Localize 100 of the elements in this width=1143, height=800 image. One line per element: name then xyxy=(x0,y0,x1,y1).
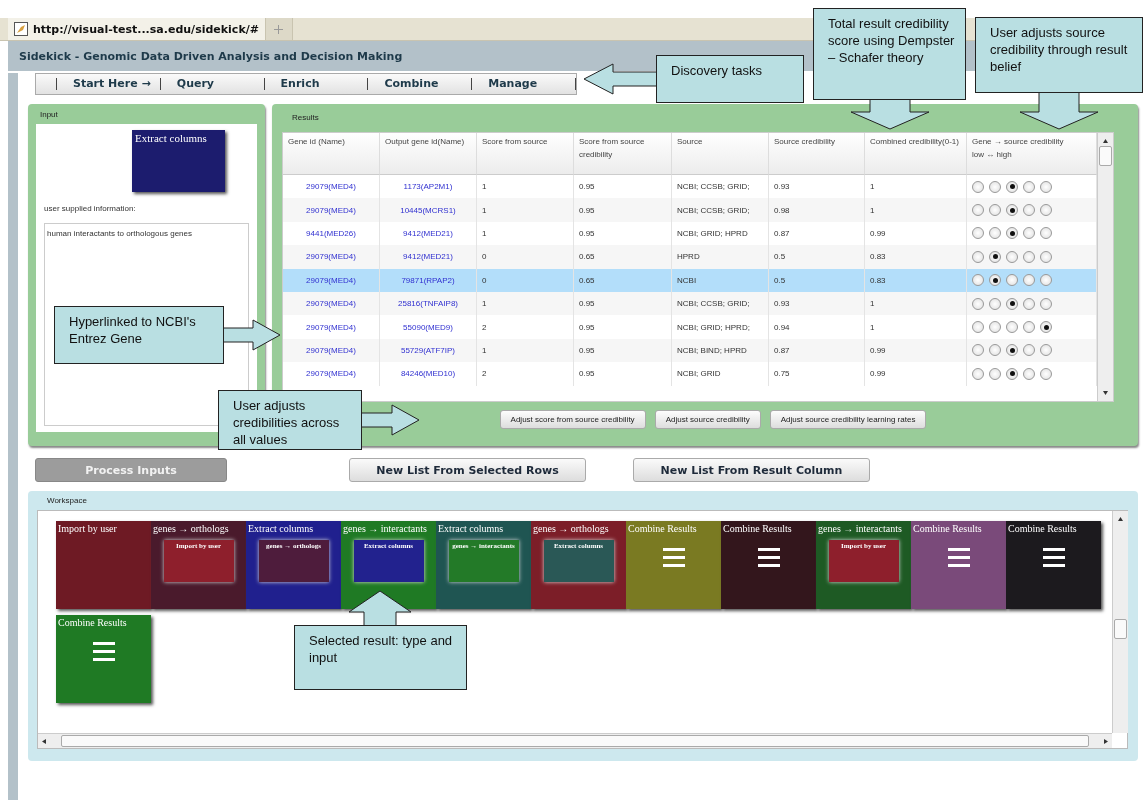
radio-button[interactable] xyxy=(1006,180,1018,193)
radio-button[interactable] xyxy=(1006,321,1018,334)
radio-button[interactable] xyxy=(989,180,1001,193)
radio-button[interactable] xyxy=(1006,344,1018,357)
menu-item[interactable]: Manage xyxy=(471,78,576,90)
radio-button[interactable] xyxy=(972,367,984,380)
callout-box: Total result credibility score using Dempster – Schafer theory xyxy=(813,8,966,100)
radio-button[interactable] xyxy=(1040,227,1052,240)
browser-tab[interactable]: http://visual-test...sa.edu/sidekick/# xyxy=(8,18,266,40)
radio-button[interactable] xyxy=(1023,227,1035,240)
radio-button[interactable] xyxy=(989,204,1001,217)
gene-link[interactable]: 29079(MED4) xyxy=(283,291,380,316)
radio-button[interactable] xyxy=(989,344,1001,357)
radio-button[interactable] xyxy=(972,344,984,357)
vertical-scrollbar[interactable] xyxy=(1097,133,1113,401)
column-header[interactable]: Score from source xyxy=(477,133,574,175)
menu-item[interactable]: Start Here → xyxy=(56,78,160,90)
radio-button[interactable] xyxy=(1023,297,1035,310)
radio-button[interactable] xyxy=(1006,250,1018,263)
radio-button[interactable] xyxy=(1040,367,1052,380)
menu-item[interactable]: Combine xyxy=(367,78,472,90)
radio-button[interactable] xyxy=(989,227,1001,240)
gene-link[interactable]: 29079(MED4) xyxy=(283,338,380,363)
gene-link[interactable]: 79871(RPAP2) xyxy=(380,268,477,292)
column-header[interactable]: Source xyxy=(672,133,769,175)
radio-button[interactable] xyxy=(1040,204,1052,217)
gene-link[interactable]: 29079(MED4) xyxy=(283,245,380,269)
scroll-up-icon[interactable] xyxy=(1102,138,1109,144)
workflow-node[interactable]: Combine Results xyxy=(721,521,816,609)
scrollbar-thumb[interactable] xyxy=(61,735,1089,747)
workflow-node[interactable]: Combine Results xyxy=(626,521,721,609)
gene-link[interactable]: 10445(MCRS1) xyxy=(380,198,477,222)
radio-button[interactable] xyxy=(1023,204,1035,217)
radio-button[interactable] xyxy=(1023,274,1035,287)
adjust-button[interactable]: Adjust source credibility learning rates xyxy=(769,410,927,429)
scrollbar-thumb[interactable] xyxy=(1099,146,1112,166)
radio-button[interactable] xyxy=(1040,180,1052,193)
radio-button[interactable] xyxy=(972,250,984,263)
radio-button[interactable] xyxy=(1006,367,1018,380)
adjust-button[interactable]: Adjust score from source credibility xyxy=(499,410,646,429)
scrollbar-thumb[interactable] xyxy=(1114,618,1127,639)
scroll-left-icon[interactable] xyxy=(41,737,47,745)
workflow-node[interactable]: Extract columns xyxy=(132,130,225,192)
menu-item[interactable]: Query xyxy=(159,78,264,90)
radio-button[interactable] xyxy=(1006,274,1018,287)
workflow-node[interactable]: Import by user xyxy=(56,521,151,609)
gene-link[interactable]: 29079(MED4) xyxy=(283,315,380,339)
gene-link[interactable]: 9412(MED21) xyxy=(380,245,477,269)
column-header[interactable]: Output gene id(Name) xyxy=(380,133,477,175)
radio-button[interactable] xyxy=(1006,204,1018,217)
radio-button[interactable] xyxy=(1023,367,1035,380)
table-cell: 0.94 xyxy=(769,315,865,339)
radio-button[interactable] xyxy=(989,321,1001,334)
column-header[interactable]: Gene → source credibility low ↔ high xyxy=(967,133,1097,175)
column-header[interactable]: Combined credibility(0-1) xyxy=(865,133,967,175)
radio-button[interactable] xyxy=(1006,297,1018,310)
node-title: genes → interactants xyxy=(817,522,903,536)
gene-link[interactable]: 29079(MED4) xyxy=(283,362,380,386)
radio-button[interactable] xyxy=(972,274,984,287)
workflow-node[interactable]: Combine Results xyxy=(1006,521,1101,609)
gene-link[interactable]: 25816(TNFAIP8) xyxy=(380,291,477,316)
scroll-down-icon[interactable] xyxy=(1102,390,1109,396)
radio-button[interactable] xyxy=(1040,297,1052,310)
new-tab-icon[interactable] xyxy=(274,24,284,34)
radio-button[interactable] xyxy=(1023,321,1035,334)
radio-button[interactable] xyxy=(989,367,1001,380)
workflow-node[interactable]: Combine Results xyxy=(56,615,151,703)
column-header[interactable]: Source credibility xyxy=(769,133,865,175)
gene-link[interactable]: 84246(MED10) xyxy=(380,362,477,386)
vertical-scrollbar[interactable] xyxy=(1112,511,1128,733)
radio-button[interactable] xyxy=(1023,250,1035,263)
gene-link[interactable]: 29079(MED4) xyxy=(283,198,380,222)
radio-button[interactable] xyxy=(972,204,984,217)
radio-button[interactable] xyxy=(972,297,984,310)
radio-button[interactable] xyxy=(1040,321,1052,334)
gene-link[interactable]: 55729(ATF7IP) xyxy=(380,338,477,363)
action-button[interactable]: New List From Result Column xyxy=(633,458,870,482)
radio-button[interactable] xyxy=(1040,250,1052,263)
radio-button[interactable] xyxy=(1040,274,1052,287)
radio-button[interactable] xyxy=(989,274,1001,287)
radio-button[interactable] xyxy=(1006,227,1018,240)
scroll-right-icon[interactable] xyxy=(1103,737,1109,745)
column-header[interactable]: Gene id (Name) xyxy=(283,133,380,175)
scroll-up-icon[interactable] xyxy=(1117,516,1124,522)
column-header[interactable]: Score from source credibility xyxy=(574,133,672,175)
radio-button[interactable] xyxy=(989,250,1001,263)
radio-button[interactable] xyxy=(1023,344,1035,357)
radio-button[interactable] xyxy=(1023,180,1035,193)
horizontal-scrollbar[interactable] xyxy=(38,733,1112,748)
action-button[interactable]: New List From Selected Rows xyxy=(349,458,586,482)
gene-link[interactable]: 55090(MED9) xyxy=(380,315,477,339)
radio-button[interactable] xyxy=(972,180,984,193)
radio-button[interactable] xyxy=(989,297,1001,310)
adjust-button[interactable]: Adjust source credibility xyxy=(654,410,761,429)
workflow-node[interactable]: Combine Results xyxy=(911,521,1006,609)
radio-button[interactable] xyxy=(1040,344,1052,357)
radio-button[interactable] xyxy=(972,227,984,240)
radio-button[interactable] xyxy=(972,321,984,334)
gene-link[interactable]: 29079(MED4) xyxy=(283,268,380,292)
menu-item[interactable]: Enrich xyxy=(263,78,368,90)
